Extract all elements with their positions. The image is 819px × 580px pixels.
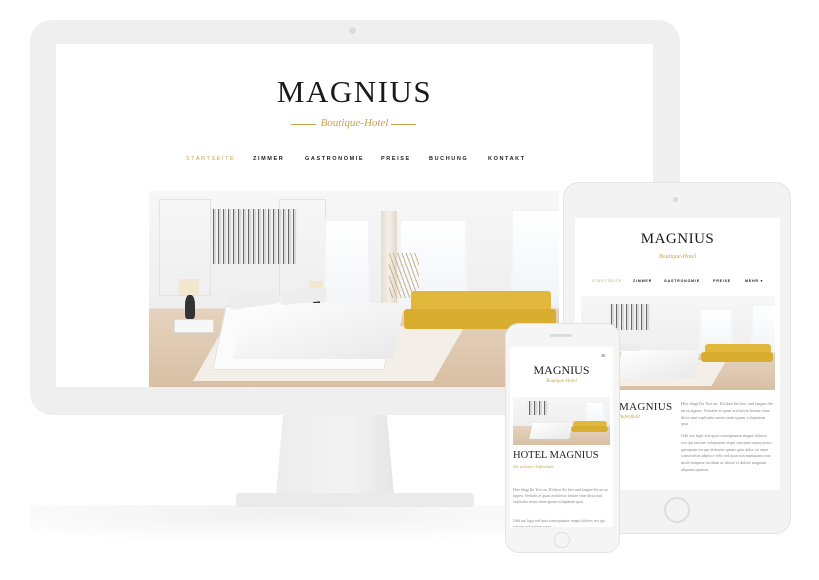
- hero-bedroom-image: [149, 191, 559, 387]
- phone-speaker: [550, 334, 572, 337]
- tablet-nav-zimmer[interactable]: ZIMMER: [633, 279, 652, 283]
- desktop-subtitle: Boutique-Hotel: [320, 117, 389, 129]
- tablet-paragraph-1: Hier fängt Ihr Text an. Klicken Sie hier…: [681, 401, 773, 427]
- tablet-nav-preise[interactable]: PREISE: [713, 279, 731, 283]
- tablet-home-button[interactable]: [664, 497, 690, 523]
- phone-hero-image: [513, 397, 610, 445]
- tablet-paragraph-2: Odit aut fugit sed quia consequuntur mag…: [681, 433, 772, 472]
- phone-logo[interactable]: MAGNIUS: [510, 363, 613, 378]
- desktop-logo[interactable]: MAGNIUS: [56, 74, 653, 110]
- phone-kicker: Ihr schöner Aufenthalt: [513, 464, 554, 469]
- monitor-camera: [349, 27, 356, 34]
- monitor-stand-neck: [276, 415, 394, 495]
- monitor-stand-base: [236, 493, 474, 507]
- phone-paragraph-1: Hier fängt Ihr Text an. Klicken Sie hier…: [513, 488, 608, 504]
- tablet-camera: [673, 197, 678, 202]
- phone-subtitle: Boutique-Hotel: [546, 379, 577, 384]
- phone-home-button[interactable]: [554, 532, 570, 548]
- nav-item-zimmer[interactable]: ZIMMER: [253, 156, 284, 162]
- tablet-logo[interactable]: MAGNIUS: [575, 231, 780, 248]
- subtitle-rule-right: [391, 124, 416, 125]
- phone-paragraph-2: Odit aut fugit sed quia consequuntur mag…: [513, 519, 605, 527]
- phone-screen: ≡ MAGNIUS Boutique-Hotel HOTEL MAGNIUS I…: [510, 347, 613, 527]
- tablet-kicker: Aufenthalt: [619, 415, 640, 420]
- tablet-nav-mehr[interactable]: MEHR ▾: [745, 279, 763, 283]
- tablet-heading: MAGNIUS: [619, 401, 673, 413]
- phone-heading: HOTEL MAGNIUS: [513, 450, 599, 461]
- nav-item-startseite[interactable]: STARTSEITE: [186, 156, 235, 162]
- nav-item-gastronomie[interactable]: GASTRONOMIE: [305, 156, 364, 162]
- hamburger-menu-icon[interactable]: ≡: [601, 352, 606, 360]
- nav-item-preise[interactable]: PREISE: [381, 156, 411, 162]
- tablet-nav-gastronomie[interactable]: GASTRONOMIE: [664, 279, 700, 283]
- tablet-subtitle: Boutique-Hotel: [659, 254, 696, 260]
- nav-item-kontakt[interactable]: KONTAKT: [488, 156, 526, 162]
- tablet-nav-startseite[interactable]: STARTSEITE: [592, 279, 622, 283]
- nav-item-buchung[interactable]: BUCHUNG: [429, 156, 468, 162]
